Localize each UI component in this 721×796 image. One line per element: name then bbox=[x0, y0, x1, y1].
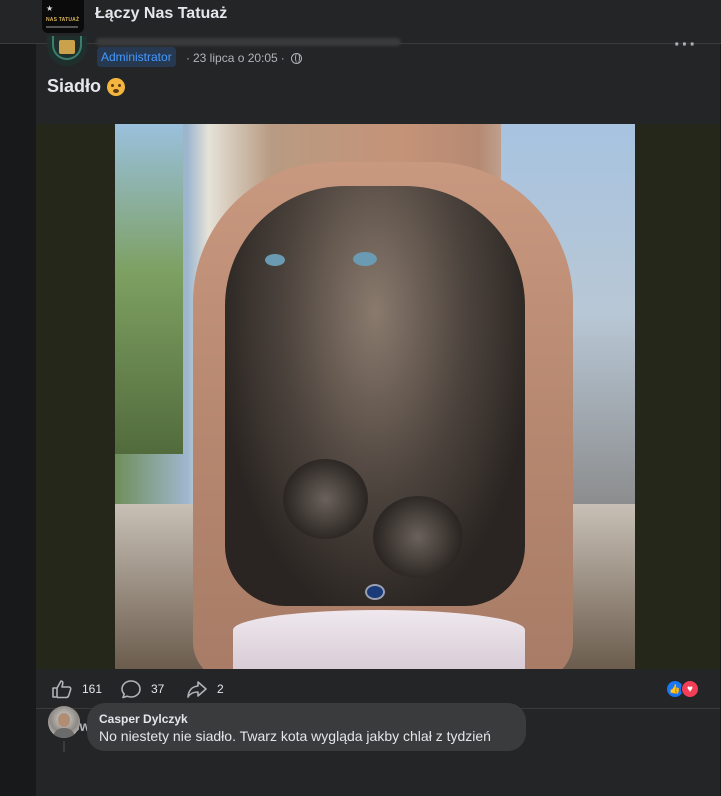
avatar-emblem bbox=[59, 40, 75, 54]
avatar-shirt bbox=[53, 728, 75, 738]
post-media bbox=[36, 124, 720, 669]
post-timestamp[interactable]: 23 lipca o 20:05 bbox=[193, 51, 278, 65]
comment-count: 37 bbox=[151, 682, 165, 696]
comment-thread-line bbox=[63, 741, 65, 752]
tattoo-photo[interactable] bbox=[115, 124, 635, 669]
meta-separator: · bbox=[186, 51, 190, 65]
globe-icon bbox=[290, 52, 302, 64]
photo-tattoo-rose bbox=[373, 496, 463, 578]
photo-tattoo-eye bbox=[265, 254, 285, 266]
thumbnail-decoration bbox=[46, 26, 78, 28]
post-card: Administrator · 23 lipca o 20:05 · ··· S… bbox=[36, 35, 720, 796]
share-icon bbox=[187, 681, 207, 698]
photo-tattoo-eye bbox=[353, 252, 377, 266]
like-count: 161 bbox=[82, 682, 103, 696]
love-reaction-icon: ♥ bbox=[681, 680, 699, 698]
administrator-badge: Administrator bbox=[97, 47, 176, 67]
group-thumbnail[interactable]: ★ NAS TATUAŻ bbox=[42, 0, 84, 33]
share-count: 2 bbox=[217, 682, 224, 696]
photo-tattoo-gem bbox=[365, 584, 385, 600]
like-icon bbox=[52, 680, 72, 699]
comment-text: No niestety nie siadło. Twarz kota wyglą… bbox=[99, 728, 491, 744]
group-name[interactable]: Łączy Nas Tatuaż bbox=[95, 5, 227, 23]
comment-author[interactable]: Casper Dylczyk bbox=[99, 711, 514, 727]
meta-separator: · bbox=[280, 51, 285, 65]
photo-lace bbox=[233, 610, 525, 669]
author-name-obscured[interactable] bbox=[96, 38, 401, 46]
star-icon: ★ bbox=[46, 4, 54, 13]
commenter-avatar[interactable] bbox=[48, 706, 80, 738]
group-avatar[interactable] bbox=[47, 36, 87, 66]
thumbnail-logo-text: NAS TATUAŻ bbox=[46, 17, 80, 23]
share-button[interactable]: 2 bbox=[186, 679, 224, 699]
like-button[interactable]: 161 bbox=[51, 679, 102, 699]
left-gutter bbox=[0, 45, 36, 796]
more-options-icon[interactable]: ··· bbox=[674, 35, 698, 56]
comment-button[interactable]: 37 bbox=[120, 679, 164, 699]
comment-bubble: Casper Dylczyk No niestety nie siadło. T… bbox=[87, 703, 526, 751]
reactions-summary[interactable]: 👍 ♥ bbox=[666, 680, 699, 698]
post-caption: Siadło bbox=[47, 76, 126, 97]
avatar-face bbox=[58, 713, 70, 727]
post-header: Administrator · 23 lipca o 20:05 · ··· bbox=[36, 35, 720, 74]
post-meta: · 23 lipca o 20:05 · bbox=[186, 51, 302, 65]
comment-icon bbox=[121, 680, 141, 699]
exploding-head-emoji-icon bbox=[107, 77, 126, 96]
caption-text: Siadło bbox=[47, 76, 102, 96]
photo-background-window bbox=[115, 124, 183, 454]
photo-tattoo-rose bbox=[283, 459, 368, 539]
